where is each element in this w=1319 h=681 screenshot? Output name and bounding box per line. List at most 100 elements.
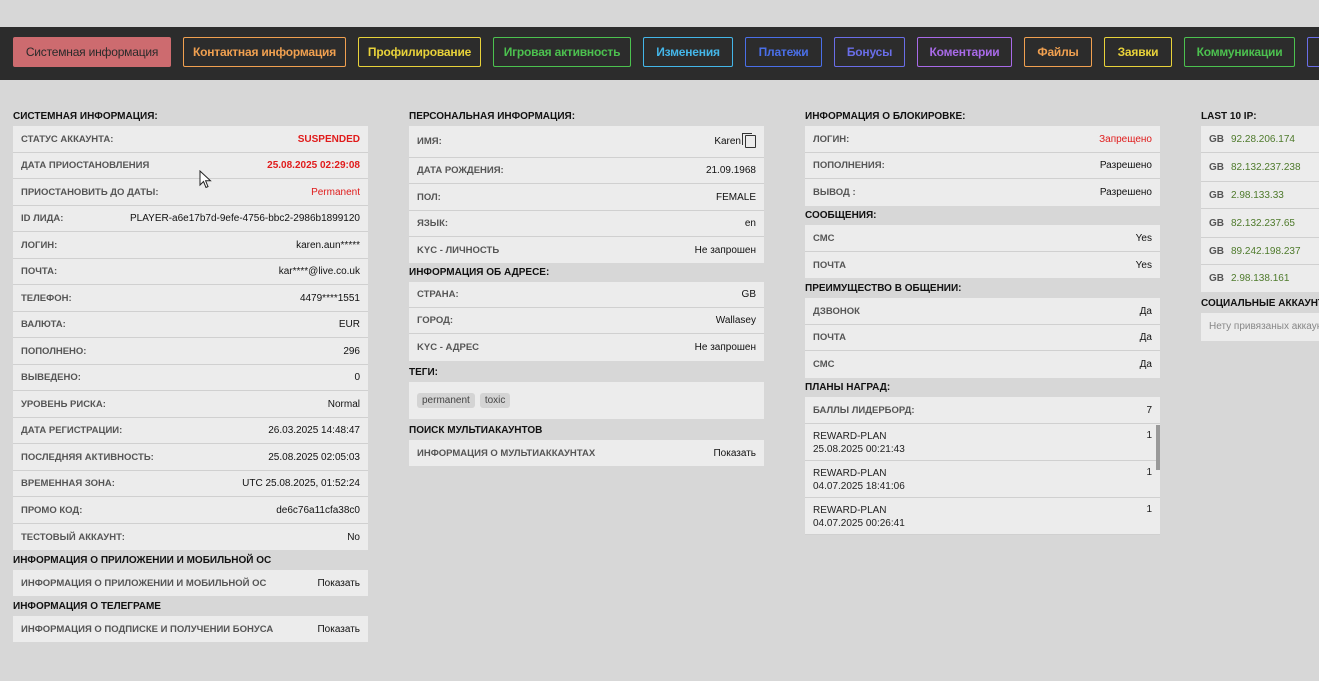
tab-game-activity[interactable]: Игровая активность xyxy=(493,37,631,67)
tab-payments[interactable]: Платежи xyxy=(745,37,822,67)
tab-changes[interactable]: Изменения xyxy=(643,37,733,67)
ip-address: 89.242.198.237 xyxy=(1231,245,1301,257)
address-label: ГОРОД: xyxy=(417,315,454,326)
personal-row: KYC - ЛИЧНОСТЬ Не запрошен xyxy=(409,237,764,263)
blocking-row: ПОПОЛНЕНИЯ: Разрешено xyxy=(805,153,1160,179)
address-row: СТРАНА: GB xyxy=(409,282,764,308)
app-info-show-link[interactable]: Показать xyxy=(317,578,360,589)
ip-country: GB xyxy=(1209,189,1224,201)
system-info-label: ДАТА ПРИОСТАНОВЛЕНИЯ xyxy=(21,160,150,171)
system-info-row: ПОСЛЕДНЯЯ АКТИВНОСТЬ: 25.08.2025 02:05:03 xyxy=(13,444,368,471)
system-info-value: PLAYER-a6e17b7d-9efe-4756-bbc2-2986b1899… xyxy=(130,213,360,224)
system-info-value: 4479****1551 xyxy=(299,292,360,304)
personal-label: ПОЛ: xyxy=(417,191,441,203)
ip-country: GB xyxy=(1209,273,1224,284)
reward-date: 25.08.2025 00:21:43 xyxy=(813,444,905,455)
blocking-value: Разрешено xyxy=(1099,187,1152,198)
system-info-row: ID ЛИДА: PLAYER-a6e17b7d-9efe-4756-bbc2-2… xyxy=(13,206,368,232)
reward-name: REWARD-PLAN xyxy=(813,431,887,442)
multiaccount-show-link[interactable]: Показать xyxy=(713,448,756,459)
system-info-row: СТАТУС АККАУНТА: SUSPENDED xyxy=(13,126,368,153)
tab-communications[interactable]: Коммуникации xyxy=(1184,37,1295,67)
ip-row: GB 82.132.237.65 xyxy=(1201,209,1319,238)
rewards-card: БАЛЛЫ ЛИДЕРБОРД: 7 REWARD-PLAN 25.08.2025… xyxy=(805,397,1160,535)
tag[interactable]: toxic xyxy=(479,393,511,408)
rewards-scrollbar[interactable] xyxy=(1156,425,1160,470)
system-info-card: СТАТУС АККАУНТА: SUSPENDED ДАТА ПРИОСТАНОВ… xyxy=(13,126,368,550)
system-info-row: ПОЧТА: kar****@live.co.uk xyxy=(13,259,368,285)
personal-label: ИМЯ: xyxy=(417,136,442,147)
personal-row: ДАТА РОЖДЕНИЯ: 21.09.1968 xyxy=(409,158,764,184)
messages-row: ПОЧТА Yes xyxy=(805,252,1160,278)
name-value: Karen xyxy=(714,136,741,148)
tab-profiling[interactable]: Профилирование xyxy=(358,37,481,67)
section-title-app: ИНФОРМАЦИЯ О ПРИЛОЖЕНИИ И МОБИЛЬНОЙ ОС xyxy=(13,555,272,566)
app-info-row: ИНФОРМАЦИЯ О ПРИЛОЖЕНИИ И МОБИЛЬНОЙ ОС П… xyxy=(13,570,368,596)
section-title-social: СОЦИАЛЬНЫЕ АККАУНТЫ xyxy=(1201,298,1319,309)
system-info-label: ПОЧТА: xyxy=(21,266,58,277)
blocking-row: ВЫВОД : Разрешено xyxy=(805,179,1160,206)
multiaccount-label: ИНФОРМАЦИЯ О МУЛЬТИАККАУНТАХ xyxy=(417,447,596,459)
reward-count: 1 xyxy=(1146,467,1152,478)
tab-contact-info[interactable]: Контактная информация xyxy=(183,37,346,67)
system-info-value: No xyxy=(347,531,360,543)
personal-info-column: ПЕРСОНАЛЬНАЯ ИНФОРМАЦИЯ: ИМЯ: Karen ДАТА… xyxy=(409,108,764,466)
system-info-value: karen.aun***** xyxy=(296,239,360,251)
multiaccount-row: ИНФОРМАЦИЯ О МУЛЬТИАККАУНТАХ Показать xyxy=(409,440,764,466)
tab-requests[interactable]: Заявки xyxy=(1104,37,1172,67)
personal-value: 21.09.1968 xyxy=(705,165,756,176)
copy-icon[interactable] xyxy=(742,133,756,148)
section-title-multiaccount: ПОИСК МУЛЬТИАКАУНТОВ xyxy=(409,425,543,436)
system-info-row: ВРЕМЕННАЯ ЗОНА: UTC 25.08.2025, 01:52:24 xyxy=(13,471,368,497)
personal-label: ДАТА РОЖДЕНИЯ: xyxy=(417,165,504,176)
system-info-label: ВРЕМЕННАЯ ЗОНА: xyxy=(21,478,115,489)
system-info-label: ДАТА РЕГИСТРАЦИИ: xyxy=(21,425,123,436)
address-value: Wallasey xyxy=(715,315,756,326)
section-title-blocking: ИНФОРМАЦИЯ О БЛОКИРОВКЕ: xyxy=(805,111,966,122)
system-info-value: 26.03.2025 14:48:47 xyxy=(268,425,360,436)
section-title-personal: ПЕРСОНАЛЬНАЯ ИНФОРМАЦИЯ: xyxy=(409,111,576,122)
blocking-label: ВЫВОД : xyxy=(813,187,856,198)
leaderboard-label: БАЛЛЫ ЛИДЕРБОРД: xyxy=(813,404,915,416)
personal-value: FEMALE xyxy=(715,191,756,203)
system-info-value: Normal xyxy=(327,398,360,410)
section-title-telegram: ИНФОРМАЦИЯ О ТЕЛЕГРАМЕ xyxy=(13,601,161,612)
system-info-value: 296 xyxy=(343,345,360,357)
system-info-label: ВЫВЕДЕНО: xyxy=(21,372,81,383)
app-info-label: ИНФОРМАЦИЯ О ПРИЛОЖЕНИИ И МОБИЛЬНОЙ ОС xyxy=(21,577,267,589)
ip-country: GB xyxy=(1209,217,1224,229)
personal-row-name: ИМЯ: Karen xyxy=(409,126,764,158)
address-row: KYC - АДРЕС Не запрошен xyxy=(409,334,764,361)
personal-row: ПОЛ: FEMALE xyxy=(409,184,764,211)
leaderboard-value: 7 xyxy=(1146,404,1152,416)
tag[interactable]: permanent xyxy=(417,393,475,408)
reward-date: 04.07.2025 18:41:06 xyxy=(813,481,905,492)
system-info-value: Permanent xyxy=(311,186,360,198)
telegram-info-show-link[interactable]: Показать xyxy=(317,624,360,635)
system-info-value: kar****@live.co.uk xyxy=(278,266,360,277)
pref-label: ДЗВОНОК xyxy=(813,305,860,317)
tab-bonuses[interactable]: Бонусы xyxy=(834,37,905,67)
messages-value: Yes xyxy=(1135,259,1152,271)
tab-comments[interactable]: Коментарии xyxy=(917,37,1012,67)
tab-files[interactable]: Файлы xyxy=(1024,37,1092,67)
ip-row: GB 89.242.198.237 xyxy=(1201,238,1319,265)
system-info-label: ID ЛИДА: xyxy=(21,213,64,224)
system-info-row: ДАТА РЕГИСТРАЦИИ: 26.03.2025 14:48:47 xyxy=(13,418,368,444)
system-info-label: ПРОМО КОД: xyxy=(21,504,83,516)
system-info-row: УРОВЕНЬ РИСКА: Normal xyxy=(13,391,368,418)
tab-more[interactable] xyxy=(1307,37,1319,67)
tab-system-info[interactable]: Системная информация xyxy=(13,37,171,67)
messages-label: ПОЧТА xyxy=(813,259,846,271)
section-title-ips: LAST 10 IP: xyxy=(1201,111,1257,122)
system-info-label: ВАЛЮТА: xyxy=(21,319,66,330)
ip-card: GB 92.28.206.174 GB 82.132.237.238 GB 2.98.… xyxy=(1201,126,1319,292)
ip-country: GB xyxy=(1209,161,1224,173)
mouse-cursor-icon xyxy=(199,170,212,189)
system-info-column: СИСТЕМНАЯ ИНФОРМАЦИЯ: СТАТУС АККАУНТА: SU… xyxy=(13,108,368,642)
system-info-value: 25.08.2025 02:05:03 xyxy=(268,451,360,463)
pref-row: СМС Да xyxy=(805,351,1160,378)
section-title-rewards: ПЛАНЫ НАГРАД: xyxy=(805,382,891,393)
blocking-card: ЛОГИН: Запрещено ПОПОЛНЕНИЯ: Разрешено В… xyxy=(805,126,1160,206)
system-info-row: ЛОГИН: karen.aun***** xyxy=(13,232,368,259)
